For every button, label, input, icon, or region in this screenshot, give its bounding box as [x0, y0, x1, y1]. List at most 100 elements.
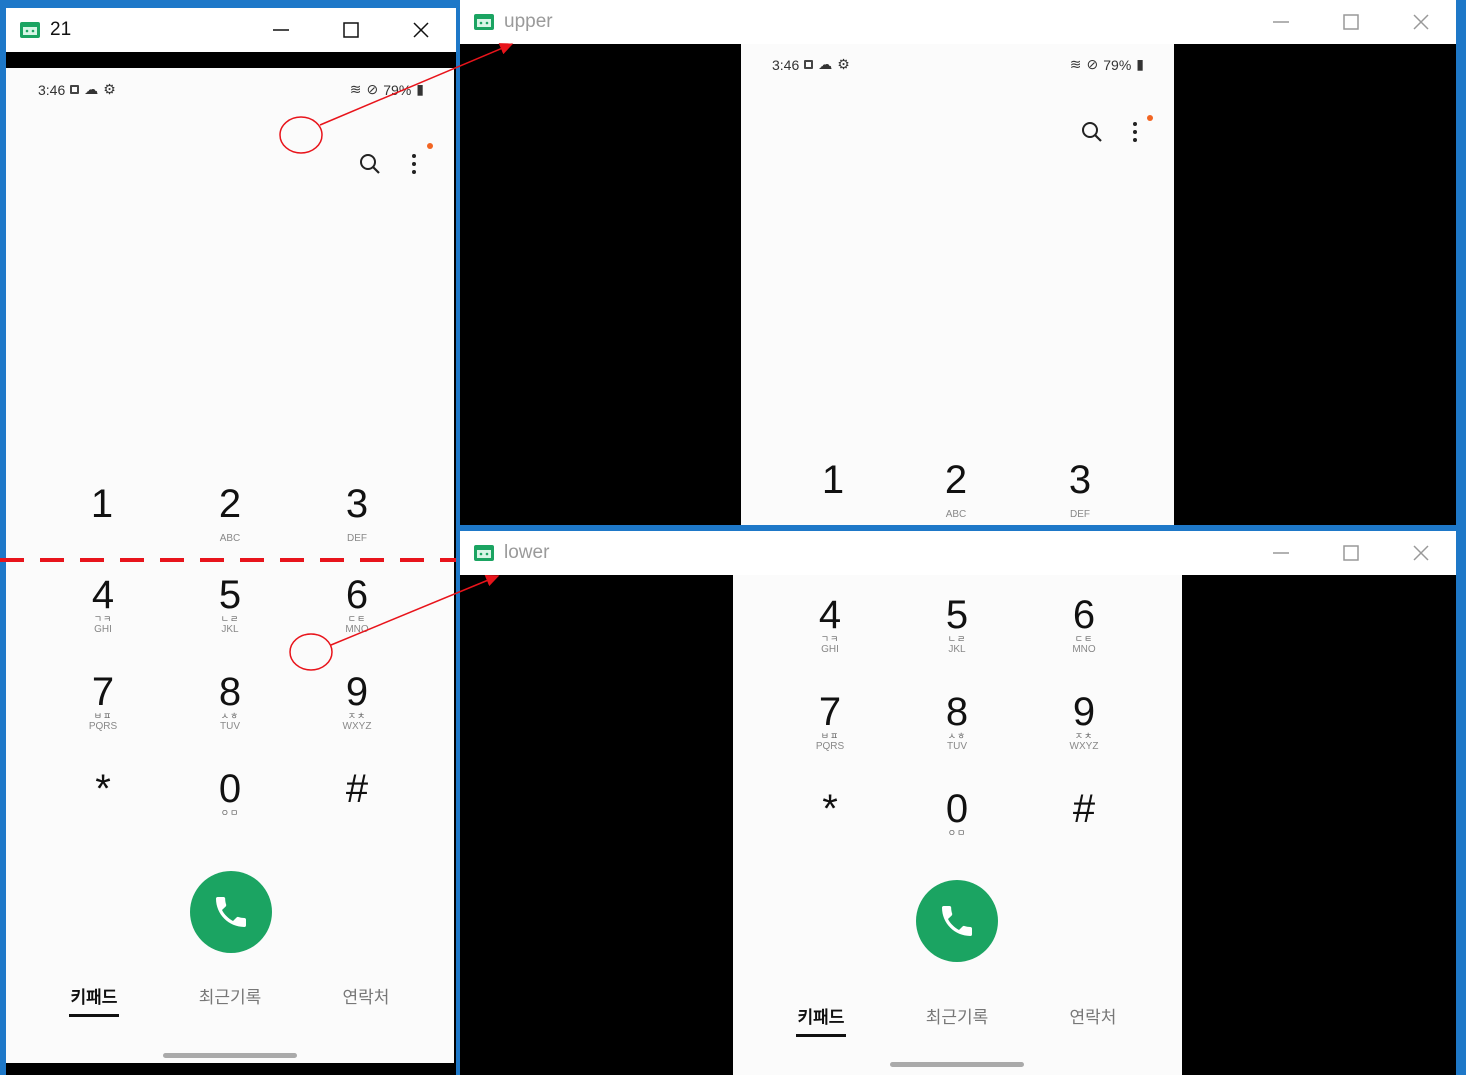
key-digit: 1: [821, 458, 845, 502]
tab-label: 연락처: [342, 988, 390, 1007]
key-letters: JKL: [948, 644, 966, 655]
key-letters: ABC: [219, 533, 241, 544]
key-5[interactable]: 5 ㄴㄹ JKL: [902, 595, 1012, 655]
gear-icon: ⚙: [837, 56, 850, 72]
key-letters: WXYZ: [1069, 741, 1099, 752]
minimize-icon: [273, 29, 289, 31]
tab-1[interactable]: 최근기록: [902, 1003, 1012, 1028]
key-digit: #: [345, 767, 369, 811]
minimize-button[interactable]: [246, 8, 316, 52]
key-digit: 4: [91, 573, 115, 617]
key-digit: 8: [945, 690, 969, 734]
close-button[interactable]: [1386, 0, 1456, 44]
key-0[interactable]: 0 ㅇㅁ: [902, 789, 1012, 838]
phone-icon: [942, 906, 972, 936]
key-8[interactable]: 8 ㅅㅎ TUV: [175, 672, 285, 732]
close-button[interactable]: [386, 8, 456, 52]
key-korean: ㅇㅁ: [947, 828, 967, 838]
tab-0[interactable]: 키패드: [766, 1003, 876, 1037]
key-3[interactable]: 3 DEF: [1025, 460, 1135, 520]
key-korean: ㄷㅌ: [1074, 634, 1094, 644]
key-digit: 1: [90, 482, 114, 526]
key-star[interactable]: *: [48, 769, 158, 818]
maximize-icon: [1343, 14, 1359, 30]
key-korean: ㅂㅍ: [820, 731, 840, 741]
gear-icon: ⚙: [103, 81, 116, 97]
phone-icon: [216, 897, 246, 927]
key-1[interactable]: 1: [778, 460, 888, 509]
tab-2[interactable]: 연락처: [1038, 1003, 1148, 1028]
minimize-button[interactable]: [1246, 0, 1316, 44]
call-button[interactable]: [916, 880, 998, 962]
more-vert-icon[interactable]: [406, 152, 422, 176]
key-1[interactable]: 1: [47, 484, 157, 533]
key-korean: ㅂㅍ: [93, 711, 113, 721]
phone-screen-upper: 3:46 ☁ ⚙ ≋ ⊘ 79% ▮ 1 2 ABC 3 DEF: [741, 44, 1174, 525]
key-digit: 2: [944, 458, 968, 502]
key-letters: TUV: [220, 721, 240, 732]
key-2[interactable]: 2 ABC: [175, 484, 285, 544]
key-digit: 4: [818, 593, 842, 637]
maximize-button[interactable]: [1316, 0, 1386, 44]
key-digit: 3: [1068, 458, 1092, 502]
key-9[interactable]: 9 ㅈㅊ WXYZ: [302, 672, 412, 732]
key-hash[interactable]: #: [1029, 789, 1139, 838]
key-7[interactable]: 7 ㅂㅍ PQRS: [775, 692, 885, 752]
cloud-icon: ☁: [818, 56, 833, 72]
key-korean: ㄴㄹ: [220, 614, 240, 624]
key-8[interactable]: 8 ㅅㅎ TUV: [902, 692, 1012, 752]
maximize-icon: [1343, 545, 1359, 561]
status-battery: 79%: [1103, 56, 1132, 73]
tab-0[interactable]: 키패드: [39, 983, 149, 1017]
home-indicator[interactable]: [890, 1062, 1024, 1067]
app-icon: [474, 545, 494, 561]
key-6[interactable]: 6 ㄷㅌ MNO: [302, 575, 412, 635]
dnd-icon: ⊘: [366, 81, 379, 97]
home-indicator[interactable]: [163, 1053, 297, 1058]
title-bar-main[interactable]: 21: [6, 8, 456, 52]
key-9[interactable]: 9 ㅈㅊ WXYZ: [1029, 692, 1139, 752]
minimize-button[interactable]: [1246, 531, 1316, 575]
key-2[interactable]: 2 ABC: [901, 460, 1011, 520]
search-icon[interactable]: [358, 152, 382, 176]
notification-dot: [427, 143, 433, 149]
tab-2[interactable]: 연락처: [311, 983, 421, 1008]
key-0[interactable]: 0 ㅇㅁ: [175, 769, 285, 818]
maximize-icon: [343, 22, 359, 38]
app-icon: [474, 14, 494, 30]
tab-label: 키패드: [70, 988, 118, 1007]
key-4[interactable]: 4 ㄱㅋ GHI: [775, 595, 885, 655]
more-vert-icon[interactable]: [1127, 120, 1143, 144]
key-5[interactable]: 5 ㄴㄹ JKL: [175, 575, 285, 635]
key-4[interactable]: 4 ㄱㅋ GHI: [48, 575, 158, 635]
title-bar-upper[interactable]: upper: [460, 0, 1456, 44]
tab-1[interactable]: 최근기록: [175, 983, 285, 1008]
call-button[interactable]: [190, 871, 272, 953]
key-digit: 9: [345, 670, 369, 714]
key-star[interactable]: *: [775, 789, 885, 838]
notification-dot: [1147, 115, 1153, 121]
key-digit: 7: [818, 690, 842, 734]
key-korean: ㅈㅊ: [1074, 731, 1094, 741]
key-3[interactable]: 3 DEF: [302, 484, 412, 544]
key-korean: ㅇㅁ: [220, 808, 240, 818]
key-digit: 3: [345, 482, 369, 526]
key-letters: DEF: [347, 533, 367, 544]
close-button[interactable]: [1386, 531, 1456, 575]
key-hash[interactable]: #: [302, 769, 412, 818]
screenshot-icon: [70, 85, 80, 94]
title-bar-lower[interactable]: lower: [460, 531, 1456, 575]
key-korean: ㄴㄹ: [947, 634, 967, 644]
key-korean: ㅅㅎ: [220, 711, 240, 721]
key-letters: GHI: [94, 624, 112, 635]
key-digit: 5: [945, 593, 969, 637]
search-icon[interactable]: [1080, 120, 1104, 144]
key-korean: ㅅㅎ: [947, 731, 967, 741]
key-6[interactable]: 6 ㄷㅌ MNO: [1029, 595, 1139, 655]
key-digit: 2: [218, 482, 242, 526]
key-7[interactable]: 7 ㅂㅍ PQRS: [48, 672, 158, 732]
tab-active-underline: [69, 1014, 119, 1017]
key-letters: PQRS: [88, 721, 118, 732]
maximize-button[interactable]: [1316, 531, 1386, 575]
maximize-button[interactable]: [316, 8, 386, 52]
